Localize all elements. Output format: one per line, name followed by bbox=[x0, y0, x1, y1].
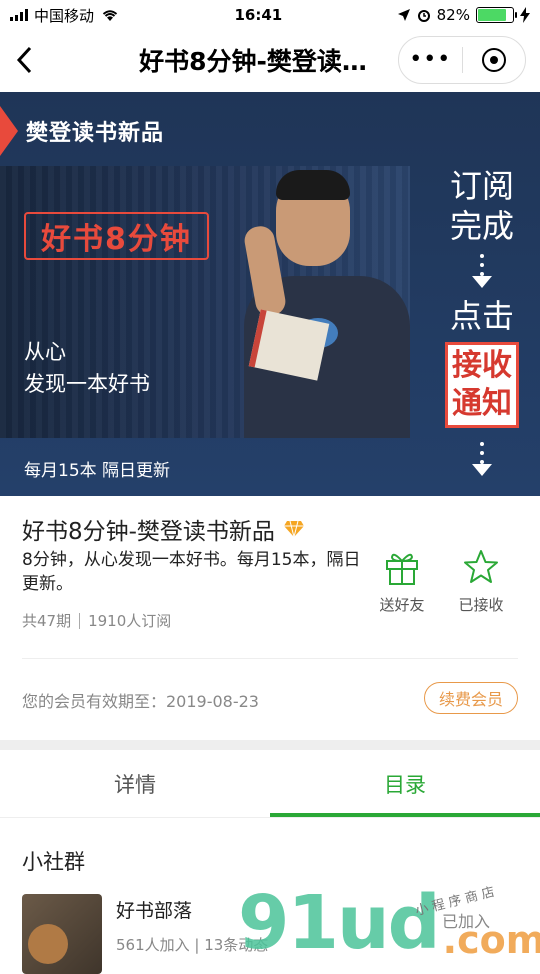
arrow-down-icon-2 bbox=[472, 464, 492, 476]
tab-catalog[interactable]: 目录 bbox=[270, 750, 540, 817]
gift-button[interactable]: 送好友 bbox=[372, 548, 432, 615]
chevron-left-icon bbox=[16, 46, 32, 74]
subscriber-count: 1910人订阅 bbox=[88, 612, 172, 630]
target-icon bbox=[481, 48, 506, 72]
ribbon-label: 樊登读书新品 bbox=[26, 121, 165, 146]
wifi-icon bbox=[102, 10, 118, 21]
charging-icon bbox=[519, 7, 530, 23]
receive-notice-box: 接收 通知 bbox=[445, 342, 519, 428]
star-icon bbox=[464, 550, 498, 583]
status-right: 82% bbox=[397, 6, 530, 24]
notice-line-1: 接收 bbox=[452, 348, 512, 383]
miniprogram-capsule: ••• bbox=[398, 36, 526, 84]
group-name: 好书部落 bbox=[116, 900, 193, 922]
location-icon bbox=[397, 9, 410, 21]
nav-bar: 好书8分钟-樊登读… ••• bbox=[0, 30, 540, 90]
tab-details[interactable]: 详情 bbox=[0, 750, 270, 817]
ribbon: 樊登读书新品 bbox=[0, 106, 200, 156]
section-gap bbox=[0, 740, 540, 750]
program-logo: 好书8分钟 bbox=[24, 212, 209, 260]
hero-banner: 樊登读书新品 好书8分钟 从心 发现一本好书 每月15本 隔日更新 订阅 完成 … bbox=[0, 92, 540, 496]
meta-separator bbox=[79, 612, 81, 629]
dotted-arrow-2 bbox=[480, 442, 484, 464]
program-title: 好书8分钟-樊登读书新品 bbox=[22, 519, 275, 545]
program-meta: 共47期 1910人订阅 bbox=[22, 610, 171, 631]
hint-line-1: 订阅 bbox=[449, 167, 514, 205]
status-bar: 中国移动 16:41 82% bbox=[0, 0, 540, 30]
dotted-arrow bbox=[480, 254, 484, 276]
poster-image: 好书8分钟 从心 发现一本好书 bbox=[0, 166, 410, 438]
slogan-line-2: 发现一本好书 bbox=[24, 372, 150, 396]
community-title: 小社群 bbox=[22, 850, 85, 874]
status-left: 中国移动 bbox=[10, 5, 120, 26]
diamond-icon bbox=[283, 520, 304, 538]
watermark-domain: .com bbox=[442, 918, 540, 962]
page-title: 好书8分钟-樊登读… bbox=[139, 47, 367, 76]
subscribe-hint: 订阅 完成 点击 接收 通知 bbox=[428, 166, 536, 484]
divider bbox=[22, 658, 518, 659]
carrier-label: 中国移动 bbox=[34, 6, 95, 25]
hint-line-2: 完成 bbox=[449, 207, 514, 245]
ribbon-tip bbox=[0, 106, 18, 156]
program-title-row: 好书8分钟-樊登读书新品 bbox=[22, 512, 305, 546]
slogan: 从心 发现一本好书 bbox=[24, 336, 150, 400]
group-thumbnail bbox=[22, 894, 102, 974]
close-miniprogram-button[interactable] bbox=[463, 37, 526, 83]
watermark-text: 91ud bbox=[238, 880, 441, 966]
membership-expiry: 您的会员有效期至：2019-08-23 bbox=[22, 692, 259, 711]
alarm-icon bbox=[417, 10, 430, 22]
program-description: 8分钟，从心发现一本好书。每月15本，隔日更新。 bbox=[22, 550, 361, 594]
slogan-line-1: 从心 bbox=[24, 340, 66, 364]
hint-line-3: 点击 bbox=[449, 297, 514, 335]
gift-label: 送好友 bbox=[379, 596, 425, 614]
signal-icon bbox=[10, 9, 28, 21]
received-button[interactable]: 已接收 bbox=[451, 548, 511, 615]
renew-membership-button[interactable]: 续费会员 bbox=[424, 682, 518, 714]
battery-icon bbox=[475, 7, 517, 23]
received-label: 已接收 bbox=[458, 596, 504, 614]
host-hair bbox=[276, 170, 350, 200]
arrow-down-icon bbox=[472, 276, 492, 288]
episode-count: 共47期 bbox=[22, 612, 72, 630]
update-frequency: 每月15本 隔日更新 bbox=[24, 461, 171, 481]
clock: 16:41 bbox=[234, 6, 283, 24]
program-info: 好书8分钟-樊登读书新品 8分钟，从心发现一本好书。每月15本，隔日更新。 共4… bbox=[0, 496, 540, 740]
host-photo bbox=[210, 166, 410, 438]
gift-icon bbox=[386, 553, 418, 585]
ukulele-image bbox=[28, 924, 68, 964]
more-icon: ••• bbox=[409, 47, 452, 72]
more-button[interactable]: ••• bbox=[399, 37, 462, 83]
notice-line-2: 通知 bbox=[452, 386, 512, 421]
battery-percent: 82% bbox=[436, 6, 470, 24]
tab-bar: 详情 目录 bbox=[0, 750, 540, 818]
back-button[interactable] bbox=[0, 30, 48, 90]
